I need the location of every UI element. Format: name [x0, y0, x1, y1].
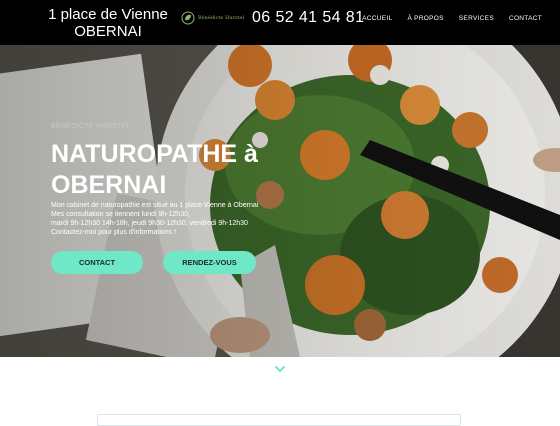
address-city: OBERNAI	[74, 23, 142, 40]
content-card	[97, 414, 461, 426]
hero-subtitle: BÉNÉDICTE HURSTEL	[51, 123, 131, 130]
site-logo[interactable]: Bénédicte Hurstel	[181, 9, 245, 27]
chevron-down-icon[interactable]	[273, 364, 287, 374]
phone-number[interactable]: 06 52 41 54 81	[252, 9, 364, 27]
hero-section: BÉNÉDICTE HURSTEL NATUROPATHE à OBERNAI …	[0, 45, 560, 357]
hero-headline: NATUROPATHE à OBERNAI	[51, 139, 341, 201]
leaf-logo-icon	[181, 11, 195, 25]
nav-item-contact[interactable]: CONTACT	[509, 15, 542, 22]
contact-button[interactable]: CONTACT	[51, 251, 143, 274]
nav-item-services[interactable]: SERVICES	[459, 15, 494, 22]
description-line-2: Mes consultation se tiennent lundi 9h-12…	[51, 211, 190, 218]
headline-line-1: NATUROPATHE à	[51, 140, 258, 168]
logo-text: Bénédicte Hurstel	[198, 15, 245, 21]
description-line-4: Contactez-moi pour plus d'informations !	[51, 229, 177, 236]
description-line-3: mardi 9h-12h30 14h-18h, jeudi 9h30-12h30…	[51, 220, 248, 227]
top-bar: 1 place de Vienne OBERNAI Bénédicte Hurs…	[0, 0, 560, 45]
nav-item-accueil[interactable]: ACCUEIL	[362, 15, 392, 22]
nav-item-a-propos[interactable]: À PROPOS	[407, 15, 443, 22]
description-line-1: Mon cabinet de naturopathie est situé au…	[51, 202, 259, 209]
address-street: 1 place de Vienne	[48, 6, 168, 23]
headline-line-2: OBERNAI	[51, 171, 167, 199]
rendez-vous-button[interactable]: RENDEZ-VOUS	[163, 251, 256, 274]
address-block: 1 place de Vienne OBERNAI	[40, 6, 176, 40]
main-nav: ACCUEIL À PROPOS SERVICES CONTACT	[362, 15, 542, 22]
hero-description: Mon cabinet de naturopathie est situé au…	[51, 201, 311, 237]
